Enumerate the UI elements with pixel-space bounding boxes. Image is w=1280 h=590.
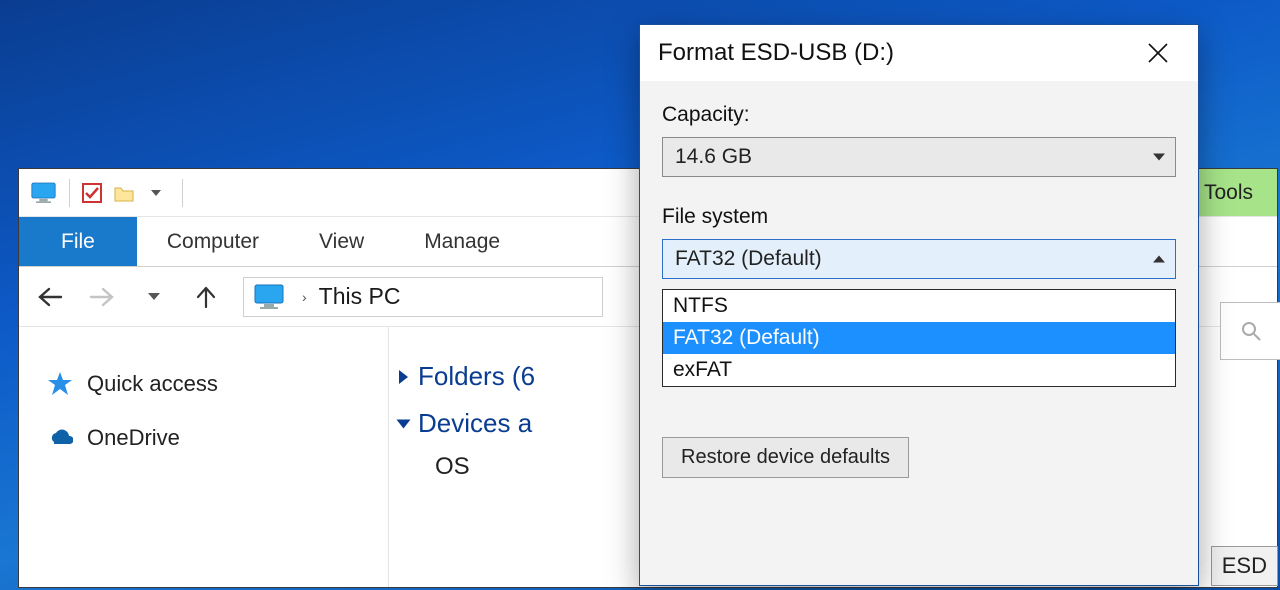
qat-customize-dropdown[interactable] — [142, 179, 170, 207]
filesystem-option-fat32[interactable]: FAT32 (Default) — [663, 322, 1175, 354]
dialog-title: Format ESD-USB (D:) — [658, 39, 894, 67]
filesystem-label: File system — [662, 205, 1176, 229]
this-pc-icon — [254, 284, 290, 310]
restore-device-defaults-button[interactable]: Restore device defaults — [662, 437, 909, 478]
sidebar-item-onedrive[interactable]: OneDrive — [39, 411, 368, 465]
new-folder-qat-icon[interactable] — [110, 179, 138, 207]
group-label: Folders (6 — [418, 361, 535, 392]
esd-label-fragment: ESD — [1211, 546, 1278, 586]
filesystem-option-exfat[interactable]: exFAT — [663, 354, 1175, 386]
sidebar-label: Quick access — [87, 371, 218, 397]
breadcrumb-arrow-icon[interactable]: › — [302, 289, 307, 305]
close-icon — [1147, 42, 1169, 64]
chevron-down-icon — [1153, 154, 1165, 161]
filesystem-selected-value: FAT32 (Default) — [675, 247, 822, 271]
this-pc-icon — [31, 182, 61, 204]
close-button[interactable] — [1136, 31, 1180, 75]
expand-arrow-icon — [399, 370, 408, 384]
separator — [69, 179, 70, 207]
capacity-value: 14.6 GB — [675, 145, 752, 169]
dialog-body: Capacity: 14.6 GB File system FAT32 (Def… — [640, 81, 1198, 496]
capacity-select[interactable]: 14.6 GB — [662, 137, 1176, 177]
breadcrumb-this-pc[interactable]: This PC — [319, 283, 401, 310]
filesystem-select[interactable]: FAT32 (Default) — [662, 239, 1176, 279]
nav-forward-button[interactable] — [87, 282, 117, 312]
expand-arrow-icon — [397, 419, 411, 428]
ribbon-tab-computer[interactable]: Computer — [137, 217, 289, 266]
separator — [182, 179, 183, 207]
filesystem-option-ntfs[interactable]: NTFS — [663, 290, 1175, 322]
ribbon-tab-manage[interactable]: Manage — [394, 217, 530, 266]
group-label: Devices a — [418, 408, 532, 439]
sidebar-label: OneDrive — [87, 425, 180, 451]
quick-access-icon — [47, 371, 73, 397]
search-icon — [1240, 320, 1262, 342]
properties-qat-icon[interactable] — [78, 179, 106, 207]
ribbon-tab-view[interactable]: View — [289, 217, 394, 266]
ribbon-tab-file[interactable]: File — [19, 217, 137, 266]
address-bar[interactable]: › This PC — [243, 277, 603, 317]
search-box-fragment[interactable] — [1220, 302, 1280, 360]
format-dialog: Format ESD-USB (D:) Capacity: 14.6 GB Fi… — [639, 24, 1199, 586]
sidebar-item-quick-access[interactable]: Quick access — [39, 357, 368, 411]
nav-recent-locations-dropdown[interactable] — [139, 282, 169, 312]
filesystem-dropdown-list: NTFS FAT32 (Default) exFAT — [662, 289, 1176, 387]
chevron-down-icon — [1153, 256, 1165, 263]
navigation-pane: Quick access OneDrive — [19, 327, 389, 587]
onedrive-icon — [47, 425, 73, 451]
dialog-titlebar: Format ESD-USB (D:) — [640, 25, 1198, 81]
capacity-label: Capacity: — [662, 103, 1176, 127]
nav-back-button[interactable] — [35, 282, 65, 312]
nav-up-button[interactable] — [191, 282, 221, 312]
